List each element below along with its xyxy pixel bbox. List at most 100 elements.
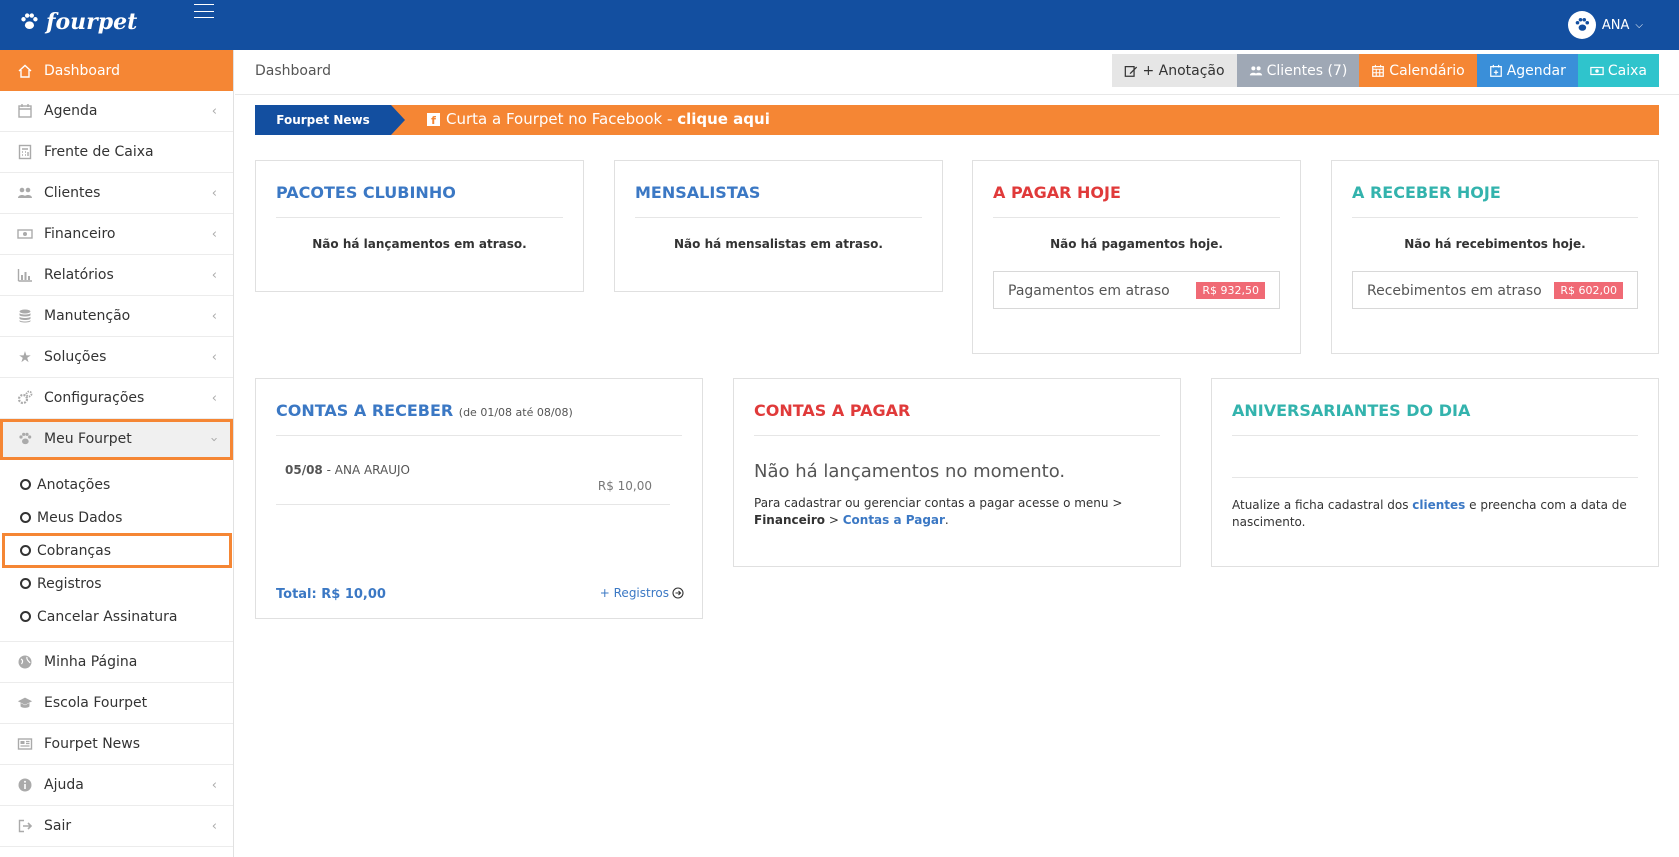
sidebar-item-label: Clientes [44, 185, 101, 201]
circle-icon [20, 545, 31, 556]
sidebar-item-label: Escola Fourpet [44, 695, 148, 711]
help-text-part: > [825, 513, 843, 527]
card-contas-receber: CONTAS A RECEBER (de 01/08 até 08/08) 05… [255, 378, 703, 619]
sidebar-item-label: Ajuda [44, 777, 84, 793]
empty-message: Não há lançamentos no momento. [754, 461, 1066, 482]
money-icon [16, 226, 34, 242]
sidebar: Dashboard Agenda ‹ Frente de Caixa Clien… [0, 50, 234, 857]
empty-message: Não há lançamentos em atraso. [312, 237, 527, 251]
chevron-left-icon: ‹ [211, 390, 217, 406]
sidebar-item-sair[interactable]: Sair ‹ [0, 806, 233, 847]
submenu-item-cobrancas[interactable]: Cobranças [2, 533, 232, 568]
late-payments-row[interactable]: Pagamentos em atraso R$ 932,50 [993, 271, 1280, 309]
card-title: ANIVERSARIANTES DO DIA [1232, 401, 1471, 420]
sidebar-item-label: Sair [44, 818, 72, 834]
cash-button[interactable]: Caixa [1577, 54, 1659, 87]
news-link[interactable]: clique aqui [677, 110, 770, 128]
globe-icon [16, 654, 34, 670]
breadcrumb-bar: Dashboard + Anotação Clientes (7) Calend… [235, 50, 1679, 95]
arrow-circle-right-icon [672, 587, 684, 599]
schedule-button[interactable]: Agendar [1476, 54, 1578, 87]
gears-icon [16, 390, 34, 406]
chevron-left-icon: ‹ [211, 226, 217, 242]
submenu-item-anotacoes[interactable]: Anotações [0, 468, 233, 501]
card-title: MENSALISTAS [635, 183, 761, 202]
clients-button[interactable]: Clientes (7) [1236, 54, 1360, 87]
submenu-item-label: Anotações [37, 476, 111, 493]
sidebar-item-escola-fourpet[interactable]: Escola Fourpet [0, 683, 233, 724]
card-a-pagar-hoje: A PAGAR HOJE Não há pagamentos hoje. Pag… [972, 160, 1301, 354]
sidebar-item-agenda[interactable]: Agenda ‹ [0, 91, 233, 132]
sidebar-item-configuracoes[interactable]: Configurações ‹ [0, 378, 233, 419]
main-content: Dashboard + Anotação Clientes (7) Calend… [235, 50, 1679, 857]
sidebar-item-frente-caixa[interactable]: Frente de Caixa [0, 132, 233, 173]
sidebar-item-label: Soluções [44, 349, 107, 365]
submenu-item-cancelar-assinatura[interactable]: Cancelar Assinatura [0, 600, 233, 633]
calendar-plus-icon [1489, 64, 1502, 77]
entry-date: 05/08 [285, 463, 323, 477]
add-note-label: + Anotação [1142, 62, 1225, 79]
paw-icon [16, 431, 34, 447]
chevron-left-icon: ‹ [211, 267, 217, 283]
sidebar-item-label: Agenda [44, 103, 98, 119]
sidebar-item-solucoes[interactable]: ★ Soluções ‹ [0, 337, 233, 378]
more-records-label: + Registros [599, 586, 669, 600]
sidebar-item-financeiro[interactable]: Financeiro ‹ [0, 214, 233, 255]
menu-toggle-icon[interactable] [194, 4, 214, 18]
sidebar-item-label: Relatórios [44, 267, 114, 283]
database-icon [16, 308, 34, 324]
entry-client: - ANA ARAUJO [326, 463, 410, 477]
paw-icon [1575, 17, 1589, 31]
card-title: CONTAS A PAGAR [754, 401, 911, 420]
add-note-button[interactable]: + Anotação [1112, 54, 1237, 87]
sidebar-item-clientes[interactable]: Clientes ‹ [0, 173, 233, 214]
sidebar-item-meu-fourpet[interactable]: Meu Fourpet ‹ [0, 419, 233, 460]
calendar-label: Calendário [1389, 62, 1465, 79]
help-text-part: . [944, 513, 949, 527]
divider [276, 435, 682, 436]
calendar-button[interactable]: Calendário [1359, 54, 1477, 87]
late-receipts-row[interactable]: Recebimentos em atraso R$ 602,00 [1352, 271, 1638, 309]
chevron-left-icon: ‹ [211, 308, 217, 324]
circle-icon [20, 479, 31, 490]
sidebar-item-fourpet-news[interactable]: Fourpet News [0, 724, 233, 765]
paw-icon [21, 13, 38, 30]
info-icon [16, 777, 34, 793]
more-records-link[interactable]: + Registros [600, 586, 684, 600]
contas-pagar-link[interactable]: Contas a Pagar [843, 513, 945, 527]
newspaper-icon [16, 736, 34, 752]
breadcrumb: Dashboard [255, 63, 331, 79]
sidebar-item-label: Minha Página [44, 654, 138, 670]
calculator-icon [16, 144, 34, 160]
table-row[interactable]: 05/08 - ANA ARAUJO R$ 10,00 [276, 459, 670, 505]
sidebar-item-ajuda[interactable]: Ajuda ‹ [0, 765, 233, 806]
submenu-item-meus-dados[interactable]: Meus Dados [0, 501, 233, 534]
circle-icon [20, 512, 31, 523]
sidebar-item-label: Frente de Caixa [44, 144, 154, 160]
quick-actions: + Anotação Clientes (7) Calendário Agend… [1112, 54, 1659, 87]
divider [754, 435, 1160, 436]
news-banner[interactable]: Fourpet News f Curta a Fourpet no Facebo… [255, 105, 1659, 135]
sidebar-item-label: Financeiro [44, 226, 116, 242]
date-range: (de 01/08 até 08/08) [458, 406, 573, 419]
facebook-icon: f [427, 112, 440, 126]
user-menu[interactable]: ANA ⌵ [1567, 11, 1643, 39]
sidebar-item-minha-pagina[interactable]: Minha Página [0, 642, 233, 683]
submenu-item-registros[interactable]: Registros [0, 567, 233, 600]
submenu-item-label: Registros [37, 575, 102, 592]
sidebar-item-manutencao[interactable]: Manutenção ‹ [0, 296, 233, 337]
financeiro-menu-name: Financeiro [754, 513, 826, 527]
top-navbar: fourpet ANA ⌵ [0, 0, 1679, 50]
sidebar-item-label: Configurações [44, 390, 145, 406]
sidebar-item-dashboard[interactable]: Dashboard [0, 50, 233, 91]
card-aniversariantes: ANIVERSARIANTES DO DIA Atualize a ficha … [1211, 378, 1659, 567]
sidebar-item-label: Fourpet News [44, 736, 141, 752]
fourpet-logo[interactable]: fourpet [18, 9, 137, 35]
sidebar-item-relatorios[interactable]: Relatórios ‹ [0, 255, 233, 296]
card-pacotes-clubinho: PACOTES CLUBINHO Não há lançamentos em a… [255, 160, 584, 292]
card-contas-pagar: CONTAS A PAGAR Não há lançamentos no mom… [733, 378, 1181, 567]
clientes-link[interactable]: clientes [1412, 498, 1465, 512]
late-payments-label: Pagamentos em atraso [1008, 283, 1170, 299]
late-receipts-badge: R$ 602,00 [1554, 282, 1623, 299]
chevron-left-icon: ‹ [211, 185, 217, 201]
